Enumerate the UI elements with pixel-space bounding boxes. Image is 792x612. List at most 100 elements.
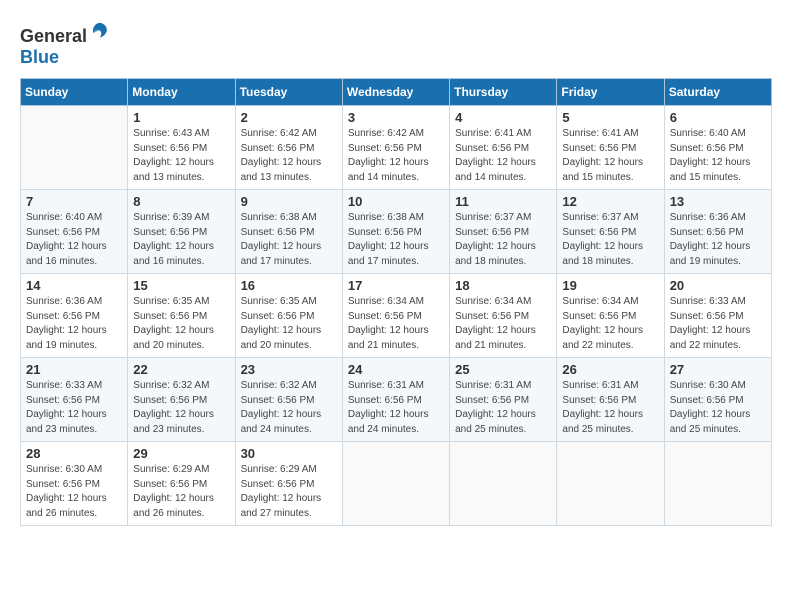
calendar-cell bbox=[21, 106, 128, 190]
day-info: Sunrise: 6:31 AMSunset: 6:56 PMDaylight:… bbox=[562, 379, 658, 437]
calendar-cell: 30 Sunrise: 6:29 AMSunset: 6:56 PMDaylig… bbox=[235, 442, 342, 526]
day-info: Sunrise: 6:34 AMSunset: 6:56 PMDaylight:… bbox=[348, 295, 444, 353]
day-number: 14 bbox=[26, 278, 122, 293]
weekday-tuesday: Tuesday bbox=[235, 79, 342, 106]
day-info: Sunrise: 6:31 AMSunset: 6:56 PMDaylight:… bbox=[455, 379, 551, 437]
day-number: 7 bbox=[26, 194, 122, 209]
day-number: 27 bbox=[670, 362, 766, 377]
calendar-week-2: 7 Sunrise: 6:40 AMSunset: 6:56 PMDayligh… bbox=[21, 190, 772, 274]
page-header: General Blue bbox=[20, 20, 772, 68]
day-info: Sunrise: 6:29 AMSunset: 6:56 PMDaylight:… bbox=[133, 463, 229, 521]
day-number: 16 bbox=[241, 278, 337, 293]
day-info: Sunrise: 6:38 AMSunset: 6:56 PMDaylight:… bbox=[241, 211, 337, 269]
day-number: 10 bbox=[348, 194, 444, 209]
logo-wordmark: General Blue bbox=[20, 20, 111, 68]
day-number: 20 bbox=[670, 278, 766, 293]
weekday-saturday: Saturday bbox=[664, 79, 771, 106]
day-number: 28 bbox=[26, 446, 122, 461]
weekday-wednesday: Wednesday bbox=[342, 79, 449, 106]
calendar-cell: 15 Sunrise: 6:35 AMSunset: 6:56 PMDaylig… bbox=[128, 274, 235, 358]
calendar-header: SundayMondayTuesdayWednesdayThursdayFrid… bbox=[21, 79, 772, 106]
calendar-cell: 24 Sunrise: 6:31 AMSunset: 6:56 PMDaylig… bbox=[342, 358, 449, 442]
calendar-cell: 14 Sunrise: 6:36 AMSunset: 6:56 PMDaylig… bbox=[21, 274, 128, 358]
day-number: 18 bbox=[455, 278, 551, 293]
day-info: Sunrise: 6:41 AMSunset: 6:56 PMDaylight:… bbox=[562, 127, 658, 185]
day-info: Sunrise: 6:35 AMSunset: 6:56 PMDaylight:… bbox=[241, 295, 337, 353]
day-number: 25 bbox=[455, 362, 551, 377]
calendar-cell: 27 Sunrise: 6:30 AMSunset: 6:56 PMDaylig… bbox=[664, 358, 771, 442]
calendar-cell: 2 Sunrise: 6:42 AMSunset: 6:56 PMDayligh… bbox=[235, 106, 342, 190]
day-number: 9 bbox=[241, 194, 337, 209]
calendar-cell: 13 Sunrise: 6:36 AMSunset: 6:56 PMDaylig… bbox=[664, 190, 771, 274]
calendar-cell bbox=[557, 442, 664, 526]
day-number: 6 bbox=[670, 110, 766, 125]
day-info: Sunrise: 6:41 AMSunset: 6:56 PMDaylight:… bbox=[455, 127, 551, 185]
calendar-week-4: 21 Sunrise: 6:33 AMSunset: 6:56 PMDaylig… bbox=[21, 358, 772, 442]
day-info: Sunrise: 6:29 AMSunset: 6:56 PMDaylight:… bbox=[241, 463, 337, 521]
weekday-monday: Monday bbox=[128, 79, 235, 106]
weekday-friday: Friday bbox=[557, 79, 664, 106]
logo-general: General bbox=[20, 26, 87, 46]
day-info: Sunrise: 6:32 AMSunset: 6:56 PMDaylight:… bbox=[241, 379, 337, 437]
day-info: Sunrise: 6:33 AMSunset: 6:56 PMDaylight:… bbox=[670, 295, 766, 353]
day-info: Sunrise: 6:30 AMSunset: 6:56 PMDaylight:… bbox=[26, 463, 122, 521]
calendar-cell: 16 Sunrise: 6:35 AMSunset: 6:56 PMDaylig… bbox=[235, 274, 342, 358]
day-info: Sunrise: 6:33 AMSunset: 6:56 PMDaylight:… bbox=[26, 379, 122, 437]
logo-blue: Blue bbox=[20, 47, 59, 67]
day-number: 4 bbox=[455, 110, 551, 125]
calendar-cell: 8 Sunrise: 6:39 AMSunset: 6:56 PMDayligh… bbox=[128, 190, 235, 274]
day-number: 30 bbox=[241, 446, 337, 461]
day-info: Sunrise: 6:35 AMSunset: 6:56 PMDaylight:… bbox=[133, 295, 229, 353]
day-info: Sunrise: 6:32 AMSunset: 6:56 PMDaylight:… bbox=[133, 379, 229, 437]
logo: General Blue bbox=[20, 20, 111, 68]
day-number: 22 bbox=[133, 362, 229, 377]
logo-bird-icon bbox=[89, 20, 111, 42]
day-info: Sunrise: 6:39 AMSunset: 6:56 PMDaylight:… bbox=[133, 211, 229, 269]
day-number: 21 bbox=[26, 362, 122, 377]
day-info: Sunrise: 6:40 AMSunset: 6:56 PMDaylight:… bbox=[26, 211, 122, 269]
day-number: 24 bbox=[348, 362, 444, 377]
day-info: Sunrise: 6:34 AMSunset: 6:56 PMDaylight:… bbox=[455, 295, 551, 353]
day-number: 8 bbox=[133, 194, 229, 209]
calendar-cell: 22 Sunrise: 6:32 AMSunset: 6:56 PMDaylig… bbox=[128, 358, 235, 442]
day-info: Sunrise: 6:31 AMSunset: 6:56 PMDaylight:… bbox=[348, 379, 444, 437]
day-info: Sunrise: 6:34 AMSunset: 6:56 PMDaylight:… bbox=[562, 295, 658, 353]
day-number: 3 bbox=[348, 110, 444, 125]
calendar-body: 1 Sunrise: 6:43 AMSunset: 6:56 PMDayligh… bbox=[21, 106, 772, 526]
day-number: 13 bbox=[670, 194, 766, 209]
calendar-cell: 1 Sunrise: 6:43 AMSunset: 6:56 PMDayligh… bbox=[128, 106, 235, 190]
calendar-week-3: 14 Sunrise: 6:36 AMSunset: 6:56 PMDaylig… bbox=[21, 274, 772, 358]
day-info: Sunrise: 6:42 AMSunset: 6:56 PMDaylight:… bbox=[348, 127, 444, 185]
calendar-cell: 25 Sunrise: 6:31 AMSunset: 6:56 PMDaylig… bbox=[450, 358, 557, 442]
day-info: Sunrise: 6:36 AMSunset: 6:56 PMDaylight:… bbox=[670, 211, 766, 269]
calendar-cell: 23 Sunrise: 6:32 AMSunset: 6:56 PMDaylig… bbox=[235, 358, 342, 442]
day-info: Sunrise: 6:42 AMSunset: 6:56 PMDaylight:… bbox=[241, 127, 337, 185]
calendar-cell: 5 Sunrise: 6:41 AMSunset: 6:56 PMDayligh… bbox=[557, 106, 664, 190]
calendar-cell: 10 Sunrise: 6:38 AMSunset: 6:56 PMDaylig… bbox=[342, 190, 449, 274]
calendar-cell: 3 Sunrise: 6:42 AMSunset: 6:56 PMDayligh… bbox=[342, 106, 449, 190]
weekday-thursday: Thursday bbox=[450, 79, 557, 106]
day-number: 11 bbox=[455, 194, 551, 209]
calendar-cell: 26 Sunrise: 6:31 AMSunset: 6:56 PMDaylig… bbox=[557, 358, 664, 442]
day-number: 23 bbox=[241, 362, 337, 377]
calendar-cell: 20 Sunrise: 6:33 AMSunset: 6:56 PMDaylig… bbox=[664, 274, 771, 358]
day-number: 15 bbox=[133, 278, 229, 293]
weekday-sunday: Sunday bbox=[21, 79, 128, 106]
day-info: Sunrise: 6:40 AMSunset: 6:56 PMDaylight:… bbox=[670, 127, 766, 185]
calendar-cell: 9 Sunrise: 6:38 AMSunset: 6:56 PMDayligh… bbox=[235, 190, 342, 274]
calendar-cell: 7 Sunrise: 6:40 AMSunset: 6:56 PMDayligh… bbox=[21, 190, 128, 274]
calendar-cell: 21 Sunrise: 6:33 AMSunset: 6:56 PMDaylig… bbox=[21, 358, 128, 442]
day-number: 26 bbox=[562, 362, 658, 377]
calendar-cell bbox=[342, 442, 449, 526]
calendar-cell: 4 Sunrise: 6:41 AMSunset: 6:56 PMDayligh… bbox=[450, 106, 557, 190]
day-number: 17 bbox=[348, 278, 444, 293]
calendar-cell: 29 Sunrise: 6:29 AMSunset: 6:56 PMDaylig… bbox=[128, 442, 235, 526]
day-number: 19 bbox=[562, 278, 658, 293]
calendar-cell: 17 Sunrise: 6:34 AMSunset: 6:56 PMDaylig… bbox=[342, 274, 449, 358]
day-info: Sunrise: 6:37 AMSunset: 6:56 PMDaylight:… bbox=[562, 211, 658, 269]
day-number: 2 bbox=[241, 110, 337, 125]
calendar-cell: 28 Sunrise: 6:30 AMSunset: 6:56 PMDaylig… bbox=[21, 442, 128, 526]
day-info: Sunrise: 6:30 AMSunset: 6:56 PMDaylight:… bbox=[670, 379, 766, 437]
day-info: Sunrise: 6:37 AMSunset: 6:56 PMDaylight:… bbox=[455, 211, 551, 269]
calendar-cell bbox=[664, 442, 771, 526]
